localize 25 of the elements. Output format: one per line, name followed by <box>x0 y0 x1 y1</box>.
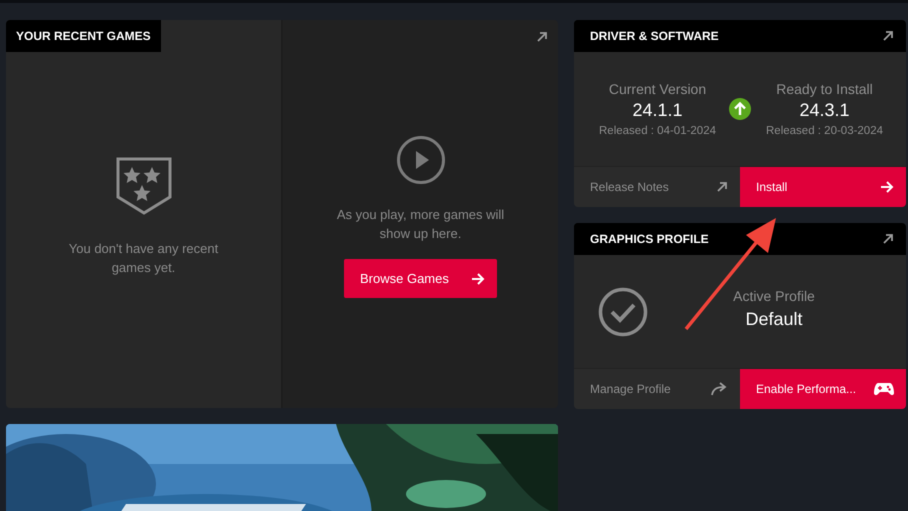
arrow-right-icon <box>880 181 894 193</box>
version-label: Current Version <box>608 81 706 97</box>
gamepad-icon <box>874 382 894 396</box>
version-label: Ready to Install <box>776 81 873 97</box>
profile-name: Default <box>745 308 803 330</box>
section-title: YOUR RECENT GAMES <box>6 20 161 52</box>
version-number: 24.1.1 <box>632 100 683 121</box>
arrow-right-icon <box>471 272 485 284</box>
profile-label: Active Profile <box>733 288 815 304</box>
release-date: Released : 20-03-2024 <box>766 125 883 137</box>
expand-icon[interactable] <box>536 31 548 43</box>
action-button[interactable]: Enable Performa... <box>740 369 906 409</box>
version-number: 24.3.1 <box>799 100 850 121</box>
play-message: As you play, more games will show up here. <box>336 206 506 243</box>
play-circle-icon <box>396 135 446 185</box>
action-button[interactable]: Install <box>740 167 906 207</box>
expand-icon[interactable] <box>882 30 894 42</box>
external-link-icon <box>716 181 728 193</box>
empty-message: You don't have any recent games yet. <box>68 240 220 277</box>
check-circle-icon <box>598 286 648 336</box>
browse-games-button[interactable]: Browse Games <box>344 259 497 298</box>
shield-stars-icon <box>116 157 172 215</box>
share-arrow-icon <box>710 382 728 396</box>
expand-icon[interactable] <box>882 233 894 245</box>
release-date: Released : 04-01-2024 <box>599 125 716 137</box>
